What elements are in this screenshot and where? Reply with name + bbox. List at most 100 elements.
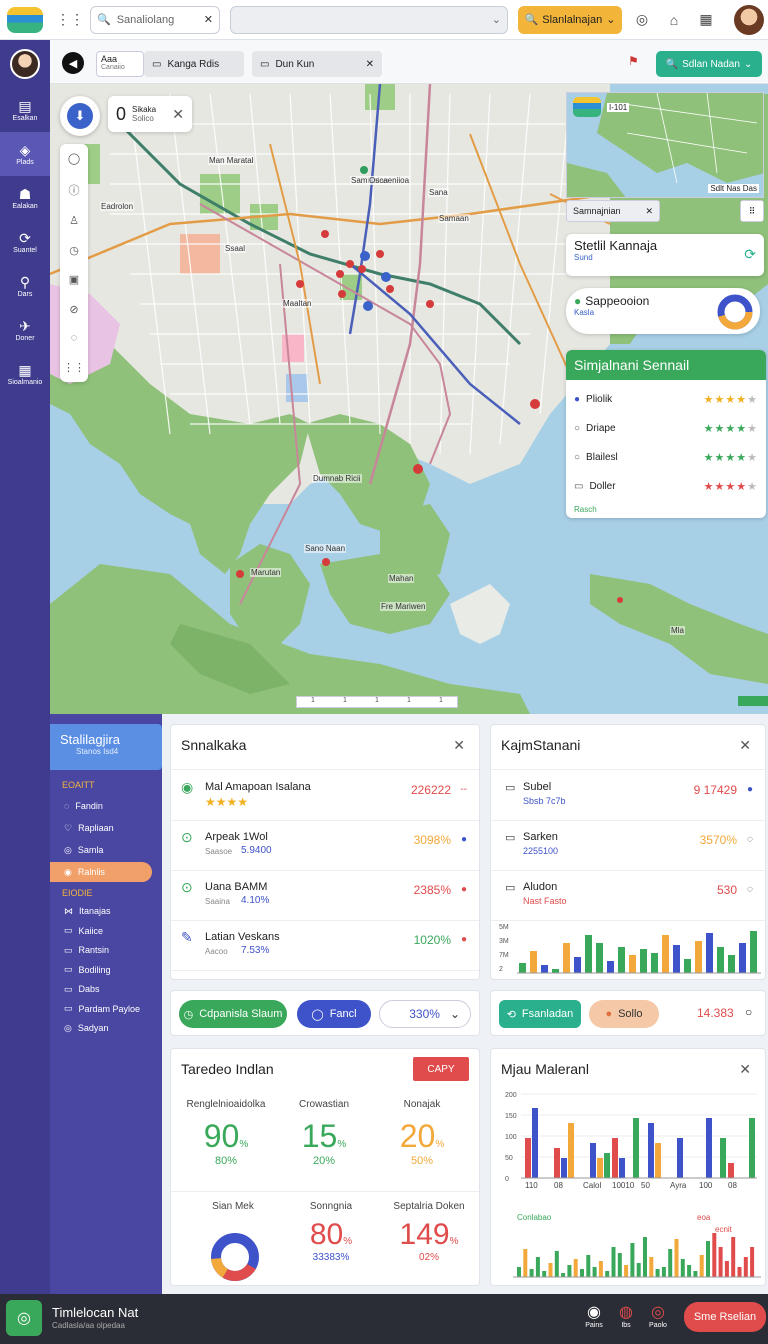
clock-icon[interactable]: ◷ [69,244,79,257]
chevron-icon[interactable]: ⌄ [492,13,501,26]
user-icon[interactable]: ◯ [68,152,80,165]
ranking-item[interactable]: ▭ Doller ★★★★★ [566,473,766,499]
copy-button[interactable]: CAPY [413,1057,469,1081]
search-input[interactable]: 🔍 Sanaliolang ✕ [90,5,220,34]
grid-icon[interactable]: ⠿ [740,200,764,222]
locate-button[interactable]: ⬇ [60,96,100,136]
status-icon: ● [574,294,582,308]
table-row[interactable]: ▭ Subel Sbsb 7c7b 9 17429 ● [491,771,765,821]
menu-item[interactable]: ▭ Pardam Payloe [58,1000,158,1018]
avatar[interactable] [734,4,764,35]
table-row[interactable]: ✎ Latian Veskans Aacoo 7.53% 1020% ● [171,921,479,971]
map-label: Dumnab Ricii [312,474,362,483]
location-button[interactable]: 🔍 Sdlan Nadan ⌄ [656,51,762,77]
footer-item-1[interactable]: ◍ Ibs [612,1302,640,1329]
chart-bar [749,1118,755,1178]
map-popup[interactable]: 0 Sikaka Solico ✕ [108,96,192,132]
chart-bar [750,931,757,973]
minimap[interactable]: I-101 Sdlt Nas Das [566,92,764,198]
chip-fancl[interactable]: ◯ Fancl [297,1000,371,1028]
sidebar-item-0[interactable]: ▤ Esalkan [0,88,50,132]
footer-item-0[interactable]: ◉ Pains [580,1302,608,1329]
footer-item-2[interactable]: ◎ Paolo [644,1302,672,1329]
table-row[interactable]: ⊙ Uana BAMM Saaina 4.10% 2385% ● [171,871,479,921]
sidebar-item-label: Plads [16,158,34,166]
histogram-bar [737,1267,742,1277]
chat-icon[interactable]: ◌ [71,332,78,344]
footer-icon: ◍ [619,1304,633,1321]
map-search-chip[interactable]: Samnajnian ✕ [566,200,660,222]
menu-item[interactable]: ▭ Rantsin [58,941,158,959]
map-view[interactable]: Man MaratalSamisalanEadrolonSanaOscaenii… [50,84,768,714]
tab-home[interactable]: Aaa Canaiio [96,51,144,77]
primary-dropdown-button[interactable]: 🔍 Slanlalnajan ⌄ [518,5,622,34]
chip-sollo[interactable]: ● Sollo [589,1000,659,1028]
sidebar-item-2[interactable]: ☗ Ealakan [0,176,50,220]
chip-fsanladan[interactable]: ⟲ Fsanladan [499,1000,581,1028]
value-select[interactable]: 330% ⌄ [379,1000,471,1028]
menu-item[interactable]: ◎ Samla [58,840,154,860]
chart-bar [629,955,636,973]
close-icon[interactable]: ✕ [453,737,465,754]
sidebar-item-6[interactable]: ▦ Sioalmanio [0,352,50,396]
person-icon[interactable]: ♙ [69,214,79,227]
close-icon[interactable]: ✕ [739,1061,751,1078]
flag-icon[interactable]: ⚑ [628,54,646,72]
app-logo[interactable] [0,0,50,40]
home-icon[interactable]: ⌂ [660,6,688,34]
apps-icon[interactable]: ▦ [692,6,720,34]
station-card[interactable]: Stetlil Kannaja Sund ⟳ [566,234,764,276]
tab-dun[interactable]: ▭ Dun Kun ✕ [252,51,382,77]
metric-value: 149% [399,1218,459,1251]
menu-item[interactable]: ▭ Bodiling [58,961,158,979]
map-label: Eadrolon [100,202,135,211]
apps-icon[interactable]: ⋮⋮ [63,361,85,374]
sidebar-item-5[interactable]: ✈ Doner [0,308,50,352]
chart-bar [677,1138,683,1178]
image-icon[interactable]: ▣ [69,273,79,286]
menu-header[interactable]: Stalilagjira Stanos Isd4 [50,724,162,770]
primary-footer-button[interactable]: Sme Rselian [684,1302,766,1332]
menu-item[interactable]: ▭ Kaiice [58,922,158,940]
table-row[interactable]: ⊙ Arpeak 1Wol Saasoe 5.9400 3098% ● [171,821,479,871]
app-icon[interactable]: ◎ [6,1300,42,1336]
close-icon[interactable]: ✕ [645,206,653,217]
close-icon[interactable]: ✕ [204,13,213,26]
back-icon[interactable]: ◀ [62,52,84,74]
sidebar-item-3[interactable]: ⟳ Suantel [0,220,50,264]
address-bar[interactable]: ⌄ [230,5,508,34]
ranking-item[interactable]: ○ Blailesl ★★★★★ [566,444,766,470]
sidebar-avatar[interactable] [0,40,50,88]
table-row[interactable]: ◉ Mal Amapoan Isalana ★★★★ 226222 -- [171,771,479,821]
sidebar-item-4[interactable]: ⚲ Dars [0,264,50,308]
chart-bar [618,947,625,973]
ranking-item[interactable]: ● Pliolik ★★★★★ [566,386,766,412]
chip-cdpanisla[interactable]: ◷ Cdpanisla Slaum [179,1000,287,1028]
table-row[interactable]: ▭ Aludon Nast Fasto 530 ◌ [491,871,765,921]
tab-kanga[interactable]: ▭ Kanga Rdis [144,51,244,77]
compass-icon[interactable]: ◎ [628,6,656,34]
menu-item[interactable]: ♡ Rapliaan [58,818,154,838]
folder-icon: ▭ [152,58,162,70]
table-row[interactable]: ▭ Sarken 2255100 3570% ◌ [491,821,765,871]
menu-item[interactable]: ◌ Fandin [58,796,154,816]
menu-item[interactable]: ⋈ Itanajas [58,902,158,920]
sidebar-item-label: Ealakan [12,202,38,210]
grid-icon[interactable]: ⋮⋮ [56,6,84,34]
sidebar-item-1[interactable]: ◈ Plads [0,132,50,176]
refresh-icon[interactable]: ⟳ [744,246,756,263]
circle-icon[interactable]: ○ [745,1005,752,1019]
menu-item[interactable]: ▭ Dabs [58,980,158,998]
menu-item[interactable]: ◎ Sadyan [58,1019,158,1037]
row-status-icon: ✎ [181,929,193,945]
close-icon[interactable]: ✕ [366,59,374,70]
close-icon[interactable]: ✕ [739,737,751,754]
close-icon[interactable]: ✕ [172,106,184,123]
map-label: Samaan [438,214,470,223]
info-icon[interactable]: ⓘ [69,182,80,198]
histogram-bar [724,1261,729,1277]
donut-card[interactable]: ● Sappeooion Kasla [566,288,760,334]
menu-item[interactable]: ◉ Ralnlis [50,862,152,882]
compass-icon[interactable]: ⊘ [69,303,78,316]
ranking-item[interactable]: ○ Driape ★★★★★ [566,415,766,441]
